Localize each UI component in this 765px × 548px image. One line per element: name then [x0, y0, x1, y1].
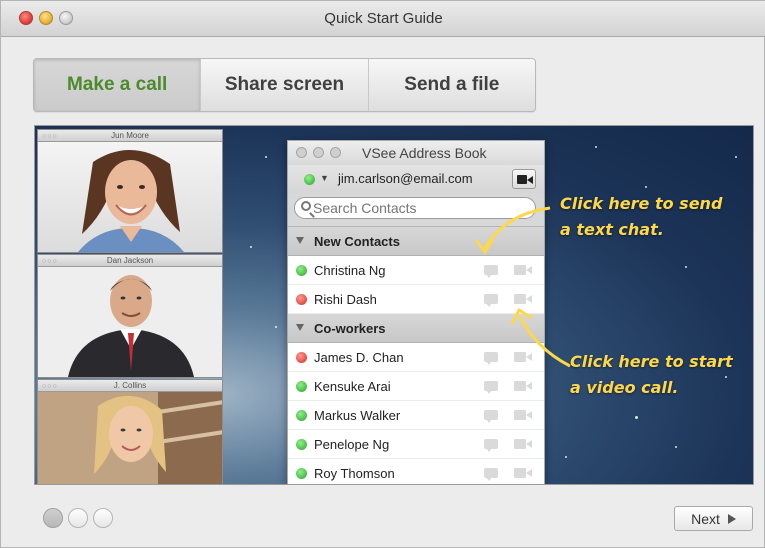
title-bar[interactable]: Quick Start Guide [1, 1, 765, 37]
window-title: Quick Start Guide [324, 10, 443, 27]
annotation-arrows [474, 206, 571, 368]
illustration-panel: ○○○ Jun Moore ○○○ Dan Jackson ○○○ J. Col… [34, 125, 754, 485]
guide-tabs: Make a call Share screen Send a file [33, 58, 536, 112]
chat-annotation-line1: Click here to send [560, 194, 723, 213]
tab-share-screen[interactable]: Share screen [200, 59, 367, 111]
tab-make-a-call[interactable]: Make a call [34, 59, 201, 111]
page-dot-2[interactable] [68, 508, 88, 528]
play-arrow-icon [727, 513, 736, 524]
tab-send-a-file[interactable]: Send a file [367, 59, 535, 111]
chat-annotation-line2: a text chat. [560, 220, 664, 239]
next-button-label: Next [691, 510, 720, 527]
video-annotation-line1: Click here to start [570, 352, 733, 371]
next-button[interactable]: Next [674, 506, 753, 531]
page-dot-1[interactable] [43, 508, 63, 528]
page-indicator [43, 508, 113, 528]
video-annotation-line2: a video call. [570, 378, 679, 397]
quick-start-window: Quick Start Guide Make a call Share scre… [0, 0, 765, 548]
page-dot-3[interactable] [93, 508, 113, 528]
